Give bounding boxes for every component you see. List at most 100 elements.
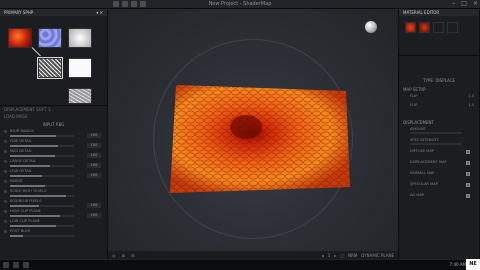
parameter-row[interactable]: INVERT [4, 179, 103, 189]
map-setup-value[interactable]: 1.0 [468, 94, 474, 98]
3d-viewport[interactable]: ◎ ⊞ ☰ ◂ 1 ▸ ▢ NRM DYNAMIC PLANE [108, 9, 398, 259]
parameter-slider[interactable] [10, 165, 74, 167]
parameter-value[interactable]: 100 [87, 213, 101, 218]
slider-fill [10, 185, 46, 187]
parameter-label: POST BLUR [10, 229, 31, 233]
material-parameter-label: AMOUNT [410, 127, 426, 131]
checkbox[interactable] [466, 150, 470, 154]
start-icon[interactable] [3, 262, 9, 268]
checkbox[interactable] [466, 172, 470, 176]
close-icon[interactable]: × [473, 0, 478, 7]
material-slot-4[interactable] [447, 22, 458, 33]
material-parameter-row[interactable]: AO MAP [402, 193, 476, 204]
toggle-icon[interactable] [4, 130, 7, 133]
checkbox[interactable] [466, 183, 470, 187]
frame-icon[interactable]: ▢ [340, 253, 344, 258]
material-parameter-row[interactable]: DISPLACEMENT MAP [402, 160, 476, 171]
window-title: New Project - ShaderMap [208, 1, 272, 7]
slider-fill [10, 205, 39, 207]
material-parameter-row[interactable]: NORMAL MAP [402, 171, 476, 182]
app-window: New Project - ShaderMap – □ × PRIMARY SP… [0, 0, 480, 270]
toggle-icon[interactable] [4, 190, 7, 193]
toggle-icon[interactable] [4, 210, 7, 213]
height-map-thumb[interactable] [68, 88, 92, 104]
parameter-row[interactable]: BOX/BLUR PIXELS 100 [4, 199, 103, 209]
toggle-icon[interactable] [4, 200, 7, 203]
material-slot-3[interactable] [433, 22, 444, 33]
material-parameter-row[interactable]: SPEC INTENSITY [402, 138, 476, 149]
parameter-row[interactable]: LOW DETAIL 100 [4, 169, 103, 179]
parameter-slider[interactable] [10, 215, 74, 217]
displacement-map-thumb[interactable] [37, 57, 63, 79]
toggle-icon[interactable] [4, 170, 7, 173]
parameter-slider[interactable] [10, 155, 74, 157]
maximize-icon[interactable]: □ [461, 0, 467, 7]
next-button[interactable]: ▸ [334, 253, 336, 258]
nrm-label: NRM [348, 252, 358, 258]
parameter-row[interactable]: MED DETAIL 100 [4, 149, 103, 159]
minimize-icon[interactable]: – [452, 0, 455, 7]
parameter-value[interactable]: 100 [87, 133, 101, 138]
toggle-icon[interactable] [4, 230, 7, 233]
viewport-status-bar: ◎ ⊞ ☰ ◂ 1 ▸ ▢ NRM DYNAMIC PLANE [108, 251, 398, 259]
menu-icon[interactable]: ☰ [131, 253, 135, 258]
parameter-label: BLUR RADIUS [10, 129, 35, 133]
diffuse-map-thumb[interactable] [8, 28, 32, 48]
plane-mode-label[interactable]: DYNAMIC PLANE [361, 253, 394, 258]
frame-number: 1 [327, 252, 331, 258]
slider-fill [10, 135, 57, 137]
parameter-row[interactable]: BLUR RADIUS 100 [4, 129, 103, 139]
material-slot-2[interactable] [419, 22, 430, 33]
checkbox[interactable] [466, 161, 470, 165]
parameter-slider[interactable] [10, 235, 74, 237]
material-slider[interactable] [410, 143, 462, 145]
toggle-icon[interactable] [4, 140, 7, 143]
map-setup-value[interactable]: 1.0 [468, 103, 474, 107]
toggle-icon[interactable] [4, 150, 7, 153]
parameter-value[interactable]: 100 [87, 153, 101, 158]
parameter-row[interactable]: POST BLUR [4, 229, 103, 239]
ao-map-thumb[interactable] [68, 58, 92, 78]
parameter-row[interactable]: FINE DETAIL 100 [4, 139, 103, 149]
toggle-icon[interactable] [4, 160, 7, 163]
load-mask-label: LOAD MASK [4, 114, 28, 119]
light-sphere-icon[interactable] [365, 21, 377, 33]
parameter-value[interactable]: 100 [87, 203, 101, 208]
prev-button[interactable]: ◂ [322, 253, 324, 258]
parameter-row[interactable]: HIGH CLIP PLANE 100 [4, 209, 103, 219]
material-parameter-row[interactable]: AMOUNT [402, 127, 476, 138]
parameter-slider[interactable] [10, 195, 74, 197]
specular-map-thumb[interactable] [68, 28, 92, 48]
parameter-value[interactable]: 100 [87, 163, 101, 168]
slider-fill [10, 225, 57, 227]
toggle-icon[interactable] [4, 180, 7, 183]
material-slots [399, 16, 479, 56]
type-label: TYPE: DISPLACE [423, 78, 455, 83]
parameter-value[interactable]: 100 [87, 143, 101, 148]
parameter-row[interactable]: SCALE HIGH TEXELS [4, 189, 103, 199]
parameter-value[interactable]: 100 [87, 173, 101, 178]
checkbox[interactable] [466, 194, 470, 198]
displacement-label: DISPLACEMENT SOFT 1 [4, 107, 51, 112]
parameter-row[interactable]: LARGE DETAIL 100 [4, 159, 103, 169]
search-icon[interactable] [13, 262, 19, 268]
parameter-slider[interactable] [10, 225, 74, 227]
material-parameter-row[interactable]: DIFFUSE MAP [402, 149, 476, 160]
map-setup-row[interactable]: FLIP 1.0 [402, 103, 476, 112]
parameter-slider[interactable] [10, 185, 74, 187]
parameter-slider[interactable] [10, 135, 74, 137]
parameter-row[interactable]: LOW CLIP PLANE [4, 219, 103, 229]
parameter-slider[interactable] [10, 205, 74, 207]
material-slider[interactable] [410, 132, 462, 134]
parameter-slider[interactable] [10, 145, 74, 147]
material-slot-1[interactable] [405, 22, 416, 33]
grid-icon[interactable]: ⊞ [122, 253, 125, 258]
camera-icon[interactable]: ◎ [112, 253, 116, 258]
map-setup-row[interactable]: FLIP 1.0 [402, 94, 476, 103]
slider-fill [10, 155, 55, 157]
parameter-slider[interactable] [10, 175, 74, 177]
app-icon[interactable] [23, 262, 29, 268]
toggle-icon[interactable] [4, 220, 7, 223]
normal-map-thumb[interactable] [38, 28, 62, 48]
material-parameter-row[interactable]: SPECULAR MAP [402, 182, 476, 193]
